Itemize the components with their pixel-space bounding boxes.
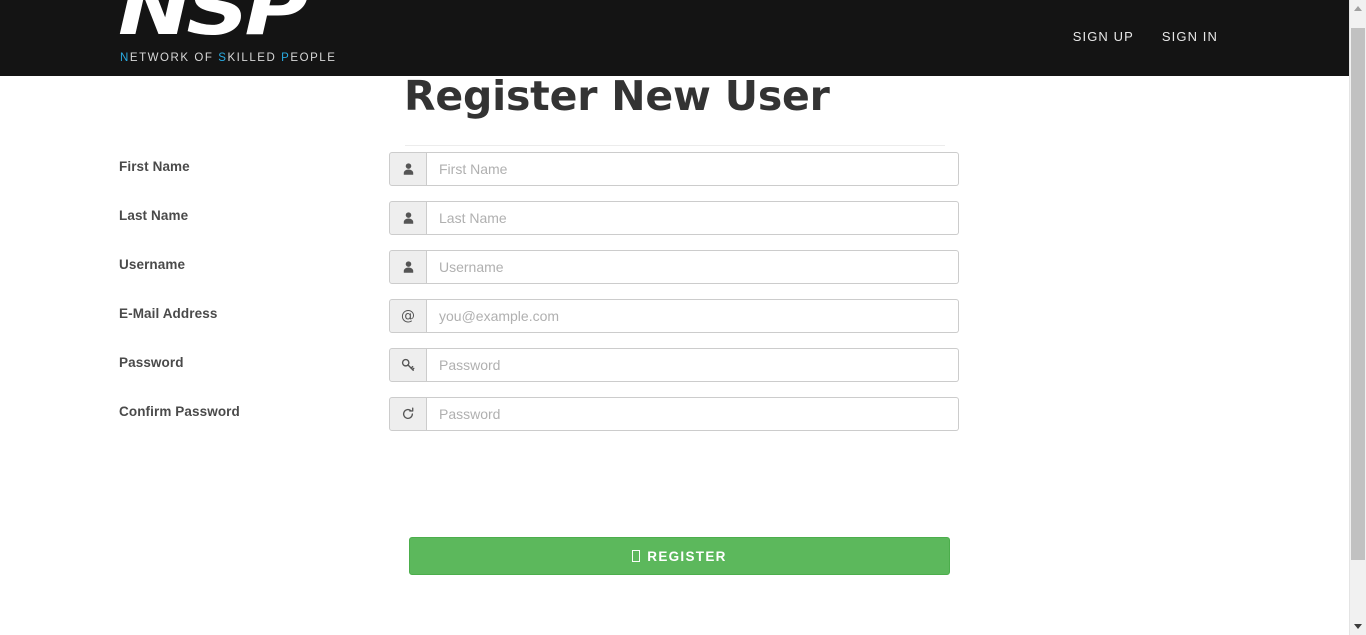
- key-icon: [389, 348, 427, 382]
- input-password[interactable]: [427, 348, 959, 382]
- page-content: NSP NETWORK OF SKILLED PEOPLE SIGN UP SI…: [0, 0, 1349, 635]
- browser-viewport: NSP NETWORK OF SKILLED PEOPLE SIGN UP SI…: [0, 0, 1366, 635]
- label-last-name: Last Name: [119, 208, 189, 223]
- nav-link-sign-in[interactable]: SIGN IN: [1162, 29, 1218, 44]
- top-navbar: NSP NETWORK OF SKILLED PEOPLE SIGN UP SI…: [0, 0, 1349, 76]
- brand-logo-subtitle: NETWORK OF SKILLED PEOPLE: [120, 52, 336, 65]
- input-last-name[interactable]: [427, 201, 959, 235]
- page-title: Register New User: [404, 72, 830, 120]
- scroll-down-arrow-icon: [1354, 624, 1362, 629]
- label-confirm-password: Confirm Password: [119, 404, 240, 419]
- input-username[interactable]: [427, 250, 959, 284]
- input-group-confirm-password: [389, 397, 959, 431]
- input-group-first-name: [389, 152, 959, 186]
- brand-sub-part2: KILLED: [227, 52, 282, 64]
- label-password: Password: [119, 355, 184, 370]
- scrollbar-thumb[interactable]: [1351, 28, 1365, 560]
- user-icon: [389, 201, 427, 235]
- brand-logo-link[interactable]: NSP NETWORK OF SKILLED PEOPLE: [118, 0, 378, 76]
- user-icon: [389, 250, 427, 284]
- title-divider: [405, 145, 945, 146]
- submit-row: REGISTER: [409, 537, 950, 575]
- input-email[interactable]: [427, 299, 959, 333]
- navbar-links: SIGN UP SIGN IN: [1073, 29, 1218, 44]
- refresh-icon: [389, 397, 427, 431]
- input-group-email: @: [389, 299, 959, 333]
- form-row-email: E-Mail Address @: [0, 299, 1349, 333]
- register-button-label: REGISTER: [647, 548, 727, 564]
- brand-sub-n: N: [120, 52, 130, 64]
- input-group-password: [389, 348, 959, 382]
- form-row-password: Password: [0, 348, 1349, 382]
- input-first-name[interactable]: [427, 152, 959, 186]
- scroll-up-button[interactable]: [1350, 0, 1366, 17]
- input-confirm-password[interactable]: [427, 397, 959, 431]
- brand-sub-part1: ETWORK OF: [129, 52, 219, 64]
- form-row-first-name: First Name: [0, 152, 1349, 186]
- brand-sub-part3: EOPLE: [290, 52, 337, 64]
- form-row-username: Username: [0, 250, 1349, 284]
- input-group-last-name: [389, 201, 959, 235]
- form-row-last-name: Last Name: [0, 201, 1349, 235]
- scroll-down-button[interactable]: [1350, 618, 1366, 635]
- brand-sub-p: P: [281, 52, 291, 64]
- label-first-name: First Name: [119, 159, 190, 174]
- vertical-scrollbar[interactable]: [1349, 0, 1366, 635]
- scroll-up-arrow-icon: [1354, 6, 1362, 11]
- user-icon: [389, 152, 427, 186]
- at-icon: @: [389, 299, 427, 333]
- at-glyph: @: [401, 308, 415, 324]
- missing-glyph-icon: [632, 550, 641, 562]
- form-row-confirm-password: Confirm Password: [0, 397, 1349, 431]
- brand-logo-mark: NSP: [118, 0, 309, 52]
- label-username: Username: [119, 257, 186, 272]
- nav-link-sign-up[interactable]: SIGN UP: [1073, 29, 1134, 44]
- register-button[interactable]: REGISTER: [409, 537, 950, 575]
- label-email: E-Mail Address: [119, 306, 218, 321]
- input-group-username: [389, 250, 959, 284]
